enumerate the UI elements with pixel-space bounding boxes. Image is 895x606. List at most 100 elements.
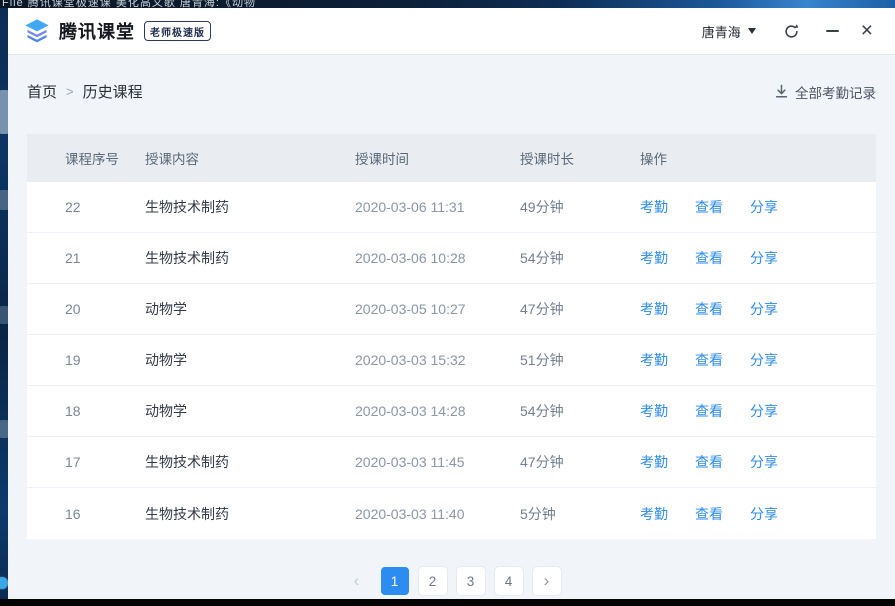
cell-course-duration: 51分钟 <box>520 350 640 370</box>
cell-actions: 考勤 查看 分享 <box>640 504 876 524</box>
export-attendance-label: 全部考勤记录 <box>795 82 876 102</box>
background-fragment <box>0 190 8 210</box>
background-fragment <box>0 90 8 134</box>
minimize-button[interactable] <box>825 23 841 39</box>
cell-course-time: 2020-03-03 11:40 <box>355 506 520 522</box>
share-link[interactable]: 分享 <box>750 197 778 217</box>
attendance-link[interactable]: 考勤 <box>640 401 668 421</box>
col-header-actions: 操作 <box>640 148 876 168</box>
background-fragment <box>0 420 8 438</box>
table-body: 22 生物技术制药 2020-03-06 11:31 49分钟 考勤 查看 分享… <box>27 182 876 539</box>
share-link[interactable]: 分享 <box>750 350 778 370</box>
view-link[interactable]: 查看 <box>695 299 723 319</box>
cell-course-duration: 54分钟 <box>520 248 640 268</box>
breadcrumb-separator: > <box>66 84 74 99</box>
breadcrumb-home[interactable]: 首页 <box>27 81 57 102</box>
cell-course-seq: 21 <box>65 250 145 266</box>
table-row: 19 动物学 2020-03-03 15:32 51分钟 考勤 查看 分享 <box>27 335 876 386</box>
pagination-page-button[interactable]: 2 <box>419 567 447 595</box>
pagination-page-button[interactable]: 3 <box>457 567 485 595</box>
view-link[interactable]: 查看 <box>695 401 723 421</box>
share-link[interactable]: 分享 <box>750 452 778 472</box>
app-titlebar: 腾讯课堂 老师极速版 唐青海 × <box>8 8 895 55</box>
attendance-link[interactable]: 考勤 <box>640 197 668 217</box>
cell-actions: 考勤 查看 分享 <box>640 452 876 472</box>
table-header-row: 课程序号 授课内容 授课时间 授课时长 操作 <box>27 134 876 182</box>
view-link[interactable]: 查看 <box>695 197 723 217</box>
cell-course-seq: 20 <box>65 301 145 317</box>
cell-course-seq: 17 <box>65 454 145 470</box>
cell-course-duration: 5分钟 <box>520 504 640 524</box>
username: 唐青海 <box>702 22 741 41</box>
attendance-link[interactable]: 考勤 <box>640 350 668 370</box>
cell-actions: 考勤 查看 分享 <box>640 248 876 268</box>
pagination-prev-button[interactable]: ‹ <box>343 567 371 595</box>
tencent-classroom-logo-icon <box>22 16 52 46</box>
cell-course-content: 生物技术制药 <box>145 197 355 217</box>
pagination-pages: 1 2 3 4 <box>376 567 528 595</box>
col-header-content: 授课内容 <box>145 148 355 168</box>
cell-course-duration: 47分钟 <box>520 452 640 472</box>
view-link[interactable]: 查看 <box>695 452 723 472</box>
breadcrumb-current: 历史课程 <box>83 81 143 102</box>
share-link[interactable]: 分享 <box>750 299 778 319</box>
share-link[interactable]: 分享 <box>750 504 778 524</box>
cell-actions: 考勤 查看 分享 <box>640 299 876 319</box>
minimize-icon <box>826 30 839 32</box>
cell-course-content: 动物学 <box>145 350 355 370</box>
background-fragment <box>0 306 8 324</box>
background-window-left-strip <box>0 8 8 599</box>
view-link[interactable]: 查看 <box>695 248 723 268</box>
background-window-title: File 腾讯课堂极速课 美化高义歌 唐青海:《动物 <box>2 0 895 8</box>
table-row: 21 生物技术制药 2020-03-06 10:28 54分钟 考勤 查看 分享 <box>27 233 876 284</box>
background-window-bottom-strip <box>0 599 895 606</box>
table-row: 16 生物技术制药 2020-03-03 11:40 5分钟 考勤 查看 分享 <box>27 488 876 539</box>
pagination-page-button[interactable]: 4 <box>495 567 523 595</box>
view-link[interactable]: 查看 <box>695 504 723 524</box>
cell-course-content: 生物技术制药 <box>145 504 355 524</box>
col-header-seq: 课程序号 <box>65 148 145 168</box>
share-link[interactable]: 分享 <box>750 248 778 268</box>
export-attendance-button[interactable]: 全部考勤记录 <box>774 82 876 102</box>
cell-course-time: 2020-03-03 11:45 <box>355 454 520 470</box>
breadcrumb: 首页 > 历史课程 <box>27 81 143 102</box>
cell-actions: 考勤 查看 分享 <box>640 197 876 217</box>
attendance-link[interactable]: 考勤 <box>640 299 668 319</box>
view-link[interactable]: 查看 <box>695 350 723 370</box>
cell-course-content: 动物学 <box>145 401 355 421</box>
cell-course-duration: 49分钟 <box>520 197 640 217</box>
chevron-down-icon <box>748 28 756 34</box>
pagination-next-button[interactable]: › <box>533 567 561 595</box>
col-header-duration: 授课时长 <box>520 148 640 168</box>
table-row: 17 生物技术制药 2020-03-03 11:45 47分钟 考勤 查看 分享 <box>27 437 876 488</box>
attendance-link[interactable]: 考勤 <box>640 248 668 268</box>
page-head: 首页 > 历史课程 全部考勤记录 <box>27 81 876 102</box>
close-button[interactable]: × <box>861 23 873 39</box>
cell-course-duration: 47分钟 <box>520 299 640 319</box>
download-icon <box>774 84 789 99</box>
cell-course-content: 生物技术制药 <box>145 452 355 472</box>
cell-course-seq: 22 <box>65 199 145 215</box>
cell-actions: 考勤 查看 分享 <box>640 401 876 421</box>
pagination-page-button[interactable]: 1 <box>381 567 409 595</box>
refresh-icon <box>783 23 800 40</box>
attendance-link[interactable]: 考勤 <box>640 504 668 524</box>
cell-course-time: 2020-03-03 14:28 <box>355 403 520 419</box>
user-menu[interactable]: 唐青海 <box>702 22 756 41</box>
background-window-titlebar: File 腾讯课堂极速课 美化高义歌 唐青海:《动物 <box>0 0 895 8</box>
refresh-button[interactable] <box>783 23 800 40</box>
cell-course-seq: 19 <box>65 352 145 368</box>
course-table: 课程序号 授课内容 授课时间 授课时长 操作 22 生物技术制药 2020-03… <box>27 134 876 539</box>
share-link[interactable]: 分享 <box>750 401 778 421</box>
cell-course-seq: 18 <box>65 403 145 419</box>
attendance-link[interactable]: 考勤 <box>640 452 668 472</box>
cell-actions: 考勤 查看 分享 <box>640 350 876 370</box>
main-content: 首页 > 历史课程 全部考勤记录 课程序号 授课内容 授课时间 授课时长 操作 <box>8 55 895 599</box>
app-logo: 腾讯课堂 老师极速版 <box>22 16 211 46</box>
cell-course-seq: 16 <box>65 506 145 522</box>
table-row: 22 生物技术制药 2020-03-06 11:31 49分钟 考勤 查看 分享 <box>27 182 876 233</box>
table-row: 20 动物学 2020-03-05 10:27 47分钟 考勤 查看 分享 <box>27 284 876 335</box>
edition-badge: 老师极速版 <box>144 21 211 41</box>
cell-course-time: 2020-03-06 11:31 <box>355 199 520 215</box>
cell-course-content: 动物学 <box>145 299 355 319</box>
